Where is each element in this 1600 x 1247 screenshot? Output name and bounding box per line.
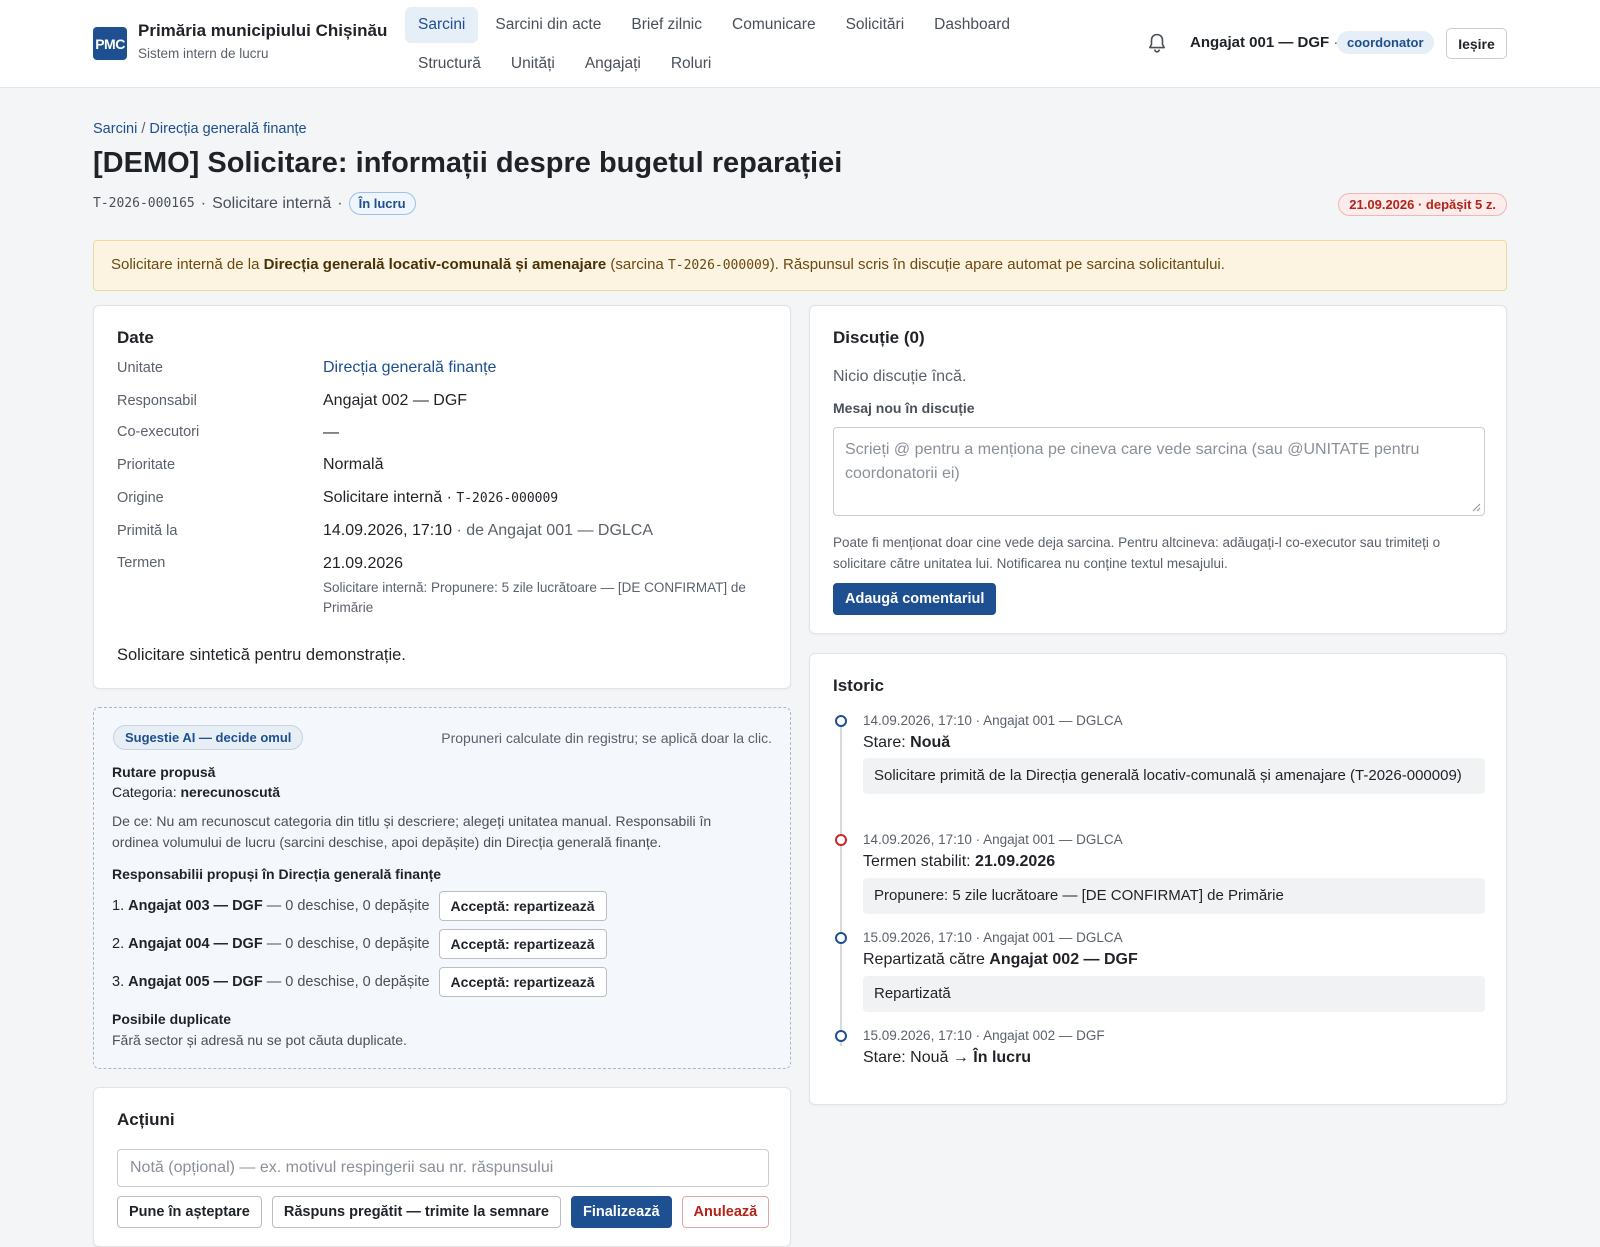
- meta-separator: ·: [337, 194, 343, 212]
- meta-separator: ·: [200, 194, 207, 212]
- responsible-title: Responsabilii propuși în Direcția genera…: [112, 866, 442, 882]
- timeline-dot-icon: [835, 834, 847, 846]
- resize-handle-icon[interactable]: [1472, 503, 1481, 512]
- breadcrumb: Sarcini / Direcția generală finanțe: [93, 121, 307, 137]
- event-title: Termen stabilit: 21.09.2026: [863, 853, 1056, 870]
- discussion-label: Mesaj nou în discuție: [833, 400, 975, 416]
- event-meta: 14.09.2026, 17:10 · Angajat 001 — DGLCA: [863, 713, 1123, 728]
- request-notice: Solicitare internă de la Direcția genera…: [93, 240, 1507, 291]
- ai-badge: Sugestie AI — decide omul: [113, 725, 304, 750]
- org-subtitle: Sistem intern de lucru: [138, 46, 269, 61]
- task-type: Solicitare internă: [212, 194, 332, 212]
- textarea-placeholder: Scrieți @ pentru a menționa pe cineva ca…: [845, 441, 1420, 482]
- timeline-line: [840, 722, 842, 1046]
- breadcrumb-current[interactable]: Direcția generală finanțe: [149, 121, 306, 137]
- deadline-note: Solicitare internă: Propunere: 5 zile lu…: [323, 580, 746, 615]
- notice-ref: T-2026-000009: [667, 258, 770, 273]
- event-meta: 15.09.2026, 17:10 · Angajat 002 — DGF: [863, 1028, 1105, 1043]
- note-input[interactable]: Notă (opțional) — ex. motivul respingeri…: [117, 1149, 769, 1187]
- status-badge: În lucru: [348, 192, 416, 215]
- event-title: Repartizată către Angajat 002 — DGF: [863, 951, 1138, 968]
- event-title: Stare: Nouă → În lucru: [863, 1049, 1032, 1066]
- nav-sarcini[interactable]: Sarcini: [405, 7, 479, 43]
- duplicates-text: Fără sector și adresă nu se pot căuta du…: [112, 1032, 407, 1048]
- event-meta: 14.09.2026, 17:10 · Angajat 001 — DGLCA: [863, 832, 1123, 847]
- event-title: Stare: Nouă: [863, 734, 951, 751]
- actions-card: Acțiuni Notă (opțional) — ex. motivul re…: [93, 1087, 791, 1247]
- main-nav-row-1: Sarcini Sarcini din acte Brief zilnic Co…: [405, 7, 1023, 43]
- nav-angajati[interactable]: Angajați: [572, 46, 654, 82]
- deadline-badge: 21.09.2026 · depășit 5 z.: [1338, 193, 1507, 216]
- accept-assign-button[interactable]: Acceptă: repartizează: [438, 929, 607, 959]
- origin-ref[interactable]: T-2026-000009: [456, 491, 558, 506]
- duplicates-title: Posibile duplicate: [112, 1011, 232, 1027]
- timeline-dot-icon: [835, 932, 847, 944]
- nav-comunicare[interactable]: Comunicare: [719, 7, 829, 43]
- timeline-dot-icon: [835, 1030, 847, 1042]
- nav-solicitari[interactable]: Solicitări: [833, 7, 918, 43]
- notice-unit: Direcția generală locativ-comunală și am…: [263, 256, 607, 273]
- event-note: Propunere: 5 zile lucrătoare — [DE CONFI…: [863, 878, 1485, 914]
- discussion-card: Discuție (0) Nicio discuție încă. Mesaj …: [809, 305, 1507, 634]
- actions-heading: Acțiuni: [117, 1110, 175, 1129]
- nav-sarcini-din-acte[interactable]: Sarcini din acte: [482, 7, 614, 43]
- nav-structura[interactable]: Structură: [405, 46, 494, 82]
- ai-suggestion-card: Sugestie AI — decide omul Propuneri calc…: [93, 707, 791, 1069]
- candidate-row: 3. Angajat 005 — DGF — 0 deschise, 0 dep…: [112, 967, 607, 997]
- task-meta: T-2026-000165 · Solicitare internă · În …: [93, 192, 416, 215]
- current-user: Angajat 001 — DGF ·: [1190, 34, 1339, 51]
- nav-unitati[interactable]: Unități: [498, 46, 568, 82]
- event-note: Repartizată: [863, 976, 1485, 1012]
- finalize-button[interactable]: Finalizează: [570, 1196, 672, 1228]
- accept-assign-button[interactable]: Acceptă: repartizează: [438, 967, 607, 997]
- action-buttons: Pune în așteptare Răspuns pregătit — tri…: [117, 1196, 770, 1228]
- nav-dashboard[interactable]: Dashboard: [921, 7, 1023, 43]
- logout-button[interactable]: Ieșire: [1446, 28, 1507, 59]
- candidate-row: 1. Angajat 003 — DGF — 0 deschise, 0 dep…: [112, 891, 607, 921]
- cancel-button[interactable]: Anulează: [681, 1196, 770, 1228]
- routing-category: Categoria: nerecunoscută: [112, 784, 281, 800]
- event-note: Solicitare primită de la Direcția genera…: [863, 758, 1485, 794]
- breadcrumb-root[interactable]: Sarcini: [93, 121, 137, 137]
- main-nav-row-2: Structură Unități Angajați Roluri: [405, 46, 724, 82]
- discussion-help: Poate fi menționat doar cine vede deja s…: [833, 535, 1441, 571]
- hold-button[interactable]: Pune în așteptare: [117, 1196, 262, 1228]
- send-for-signing-button[interactable]: Răspuns pregătit — trimite la semnare: [271, 1196, 561, 1228]
- event-meta: 15.09.2026, 17:10 · Angajat 001 — DGLCA: [863, 930, 1123, 945]
- page-title: [DEMO] Solicitare: informații despre bug…: [93, 147, 843, 179]
- details-card: Date Unitate Direcția generală finanțe R…: [93, 305, 791, 689]
- top-bar: PMC Primăria municipiului Chișinău Siste…: [0, 0, 1600, 88]
- logo[interactable]: PMC: [93, 27, 127, 60]
- discussion-textarea[interactable]: Scrieți @ pentru a menționa pe cineva ca…: [833, 427, 1485, 516]
- candidate-row: 2. Angajat 004 — DGF — 0 deschise, 0 dep…: [112, 929, 607, 959]
- nav-roluri[interactable]: Roluri: [658, 46, 724, 82]
- details-heading: Date: [117, 328, 154, 347]
- routing-reason: De ce: Nu am recunoscut categoria din ti…: [112, 813, 712, 850]
- task-description: Solicitare sintetică pentru demonstrație…: [117, 646, 406, 664]
- task-id: T-2026-000165: [93, 196, 195, 211]
- nav-brief-zilnic[interactable]: Brief zilnic: [618, 7, 715, 43]
- history-heading: Istoric: [833, 676, 885, 695]
- org-name: Primăria municipiului Chișinău: [138, 21, 388, 40]
- breadcrumb-separator: /: [141, 121, 146, 137]
- history-card: Istoric 14.09.2026, 17:10 · Angajat 001 …: [809, 653, 1507, 1105]
- unit-link[interactable]: Direcția generală finanțe: [323, 359, 496, 377]
- routing-title: Rutare propusă: [112, 764, 216, 780]
- add-comment-button[interactable]: Adaugă comentariul: [833, 583, 997, 615]
- ai-hint: Propuneri calculate din registru; se apl…: [441, 730, 772, 746]
- discussion-heading: Discuție (0): [833, 328, 925, 347]
- timeline-dot-icon: [835, 715, 847, 727]
- role-badge: coordonator: [1337, 31, 1434, 54]
- bell-icon[interactable]: [1147, 32, 1167, 54]
- discussion-empty: Nicio discuție încă.: [833, 368, 967, 385]
- accept-assign-button[interactable]: Acceptă: repartizează: [438, 891, 607, 921]
